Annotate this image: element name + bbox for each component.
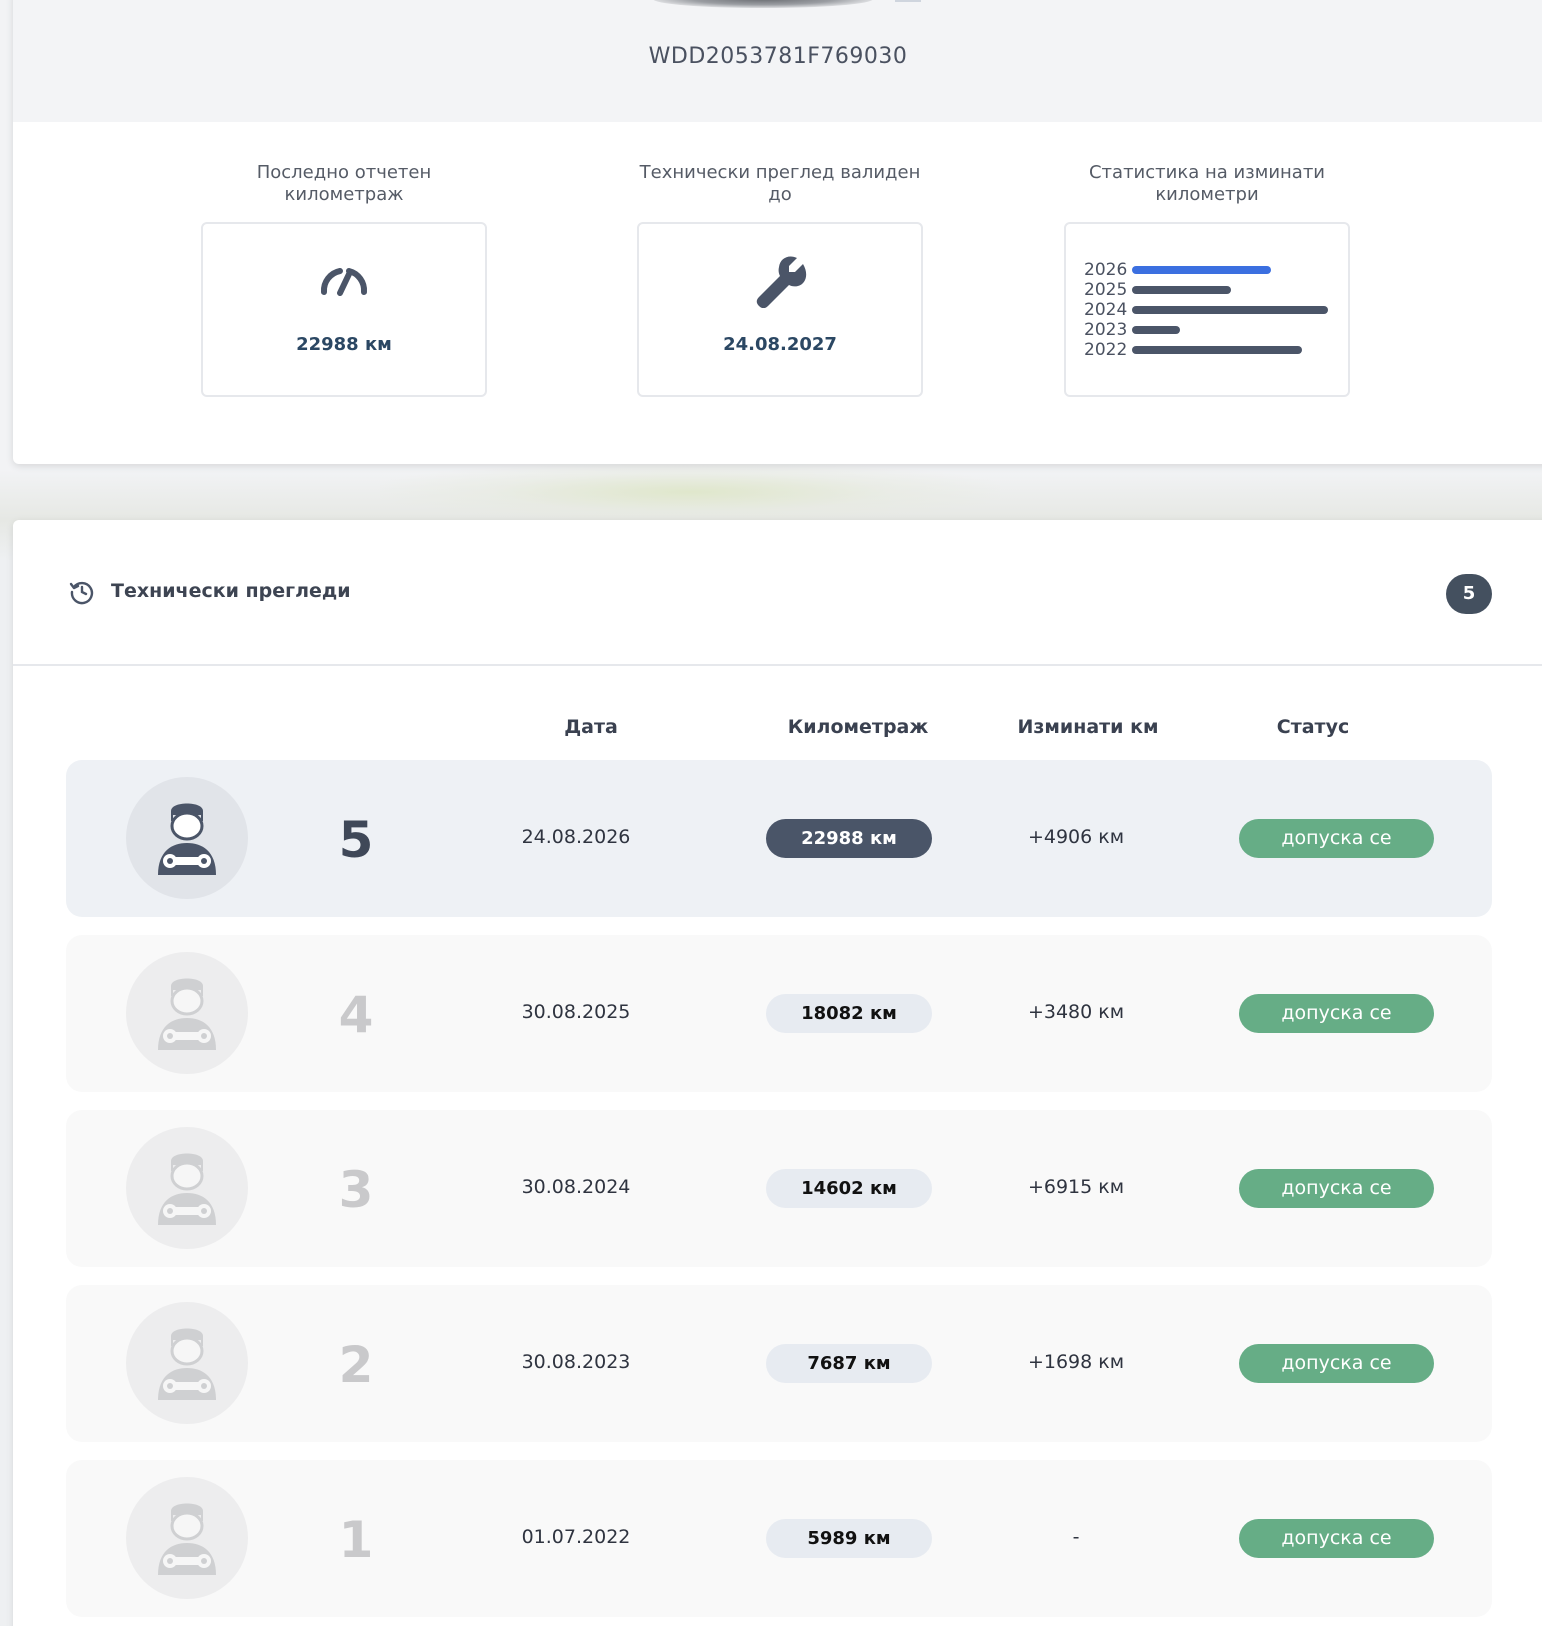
- mileage-stat-title: Последно отчетен километраж: [256, 162, 432, 205]
- inspection-number: 3: [338, 1161, 374, 1219]
- inspections-title: Технически прегледи: [111, 580, 351, 602]
- inspection-stat: Технически преглед валиден до 24.08.2027: [637, 162, 923, 397]
- inspections-header: Технически прегледи 5: [13, 520, 1542, 666]
- inspection-date: 24.08.2026: [521, 826, 631, 848]
- chart-bar-row: 2026: [1084, 260, 1334, 280]
- mechanic-avatar-icon: [126, 952, 248, 1074]
- chart-bar: [1132, 266, 1271, 274]
- mileage-stat-value: 22988 км: [296, 334, 392, 355]
- inspection-delta: +3480 км: [1027, 1001, 1125, 1023]
- chart-bar-row: 2024: [1084, 300, 1334, 320]
- inspection-number: 2: [338, 1336, 374, 1394]
- vin-band: WDD2053781F769030: [13, 0, 1542, 122]
- inspections-count-badge: 5: [1446, 574, 1492, 614]
- inspection-number: 4: [338, 986, 374, 1044]
- inspection-row[interactable]: 1 01.07.2022 5989 км - допуска се: [66, 1460, 1492, 1617]
- inspection-status-badge: допуска се: [1239, 1169, 1434, 1208]
- inspection-stat-box: 24.08.2027: [637, 222, 923, 397]
- chart-year-label: 2023: [1084, 320, 1128, 340]
- inspection-status-badge: допуска се: [1239, 994, 1434, 1033]
- mileage-chart-title: Статистика на изминати километри: [1088, 162, 1326, 205]
- mileage-bar-chart: 2026 2025 2024 2023 2022: [1084, 260, 1334, 360]
- speedometer-icon: [203, 262, 485, 300]
- inspection-row[interactable]: 2 30.08.2023 7687 км +1698 км допуска се: [66, 1285, 1492, 1442]
- vin-number: WDD2053781F769030: [648, 44, 908, 69]
- inspection-date: 30.08.2024: [521, 1176, 631, 1198]
- inspection-delta: +6915 км: [1027, 1176, 1125, 1198]
- chart-bar: [1132, 346, 1302, 354]
- mechanic-avatar-icon: [126, 777, 248, 899]
- inspection-row[interactable]: 3 30.08.2024 14602 км +6915 км допуска с…: [66, 1110, 1492, 1267]
- chart-bar: [1132, 286, 1231, 294]
- background-blur: [380, 462, 1000, 522]
- inspection-status-badge: допуска се: [1239, 819, 1434, 858]
- chart-year-label: 2026: [1084, 260, 1128, 280]
- inspection-row[interactable]: 4 30.08.2025 18082 км +3480 км допуска с…: [66, 935, 1492, 1092]
- inspection-status-badge: допуска се: [1239, 1519, 1434, 1558]
- inspection-row[interactable]: 5 24.08.2026 22988 км +4906 км допуска с…: [66, 760, 1492, 917]
- mechanic-avatar-icon: [126, 1302, 248, 1424]
- inspection-status-badge: допуска се: [1239, 1344, 1434, 1383]
- inspection-delta: +4906 км: [1027, 826, 1125, 848]
- inspection-number: 1: [338, 1511, 374, 1569]
- column-delta: Изминати км: [1017, 716, 1159, 738]
- mileage-chart-box: 2026 2025 2024 2023 2022: [1064, 222, 1350, 397]
- inspection-mileage: 18082 км: [766, 994, 932, 1033]
- vehicle-summary-card: WDD2053781F769030 Последно отчетен килом…: [13, 0, 1542, 464]
- chart-year-label: 2025: [1084, 280, 1128, 300]
- mileage-stat-box: 22988 км: [201, 222, 487, 397]
- chart-year-label: 2024: [1084, 300, 1128, 320]
- mechanic-avatar-icon: [126, 1477, 248, 1599]
- inspection-date: 01.07.2022: [521, 1526, 631, 1548]
- inspection-delta: +1698 км: [1027, 1351, 1125, 1373]
- mileage-stat: Последно отчетен километраж 22988 км: [201, 162, 487, 397]
- inspection-stat-title: Технически преглед валиден до: [639, 162, 921, 205]
- inspection-number: 5: [338, 811, 374, 869]
- column-status: Статус: [1276, 716, 1350, 738]
- inspection-delta: -: [1072, 1526, 1080, 1548]
- chart-bar-row: 2025: [1084, 280, 1334, 300]
- inspection-mileage: 22988 км: [766, 819, 932, 858]
- mechanic-avatar-icon: [126, 1127, 248, 1249]
- chart-bar: [1132, 326, 1180, 334]
- inspection-date: 30.08.2025: [521, 1001, 631, 1023]
- chart-year-label: 2022: [1084, 340, 1128, 360]
- car-image: [633, 0, 953, 14]
- column-mileage: Километраж: [787, 716, 929, 738]
- chart-bar-row: 2022: [1084, 340, 1334, 360]
- inspection-mileage: 5989 км: [766, 1519, 932, 1558]
- mileage-chart-stat: Статистика на изминати километри 2026 202…: [1064, 162, 1350, 397]
- chart-bar: [1132, 306, 1328, 314]
- wrench-icon: [639, 254, 921, 312]
- inspection-stat-value: 24.08.2027: [723, 334, 837, 355]
- inspection-mileage: 7687 км: [766, 1344, 932, 1383]
- inspections-card: Технически прегледи 5 Дата Километраж Из…: [13, 520, 1542, 1626]
- chart-bar-row: 2023: [1084, 320, 1334, 340]
- inspection-mileage: 14602 км: [766, 1169, 932, 1208]
- inspection-date: 30.08.2023: [521, 1351, 631, 1373]
- inspections-table-header: Дата Километраж Изминати км Статус: [13, 716, 1542, 746]
- column-date: Дата: [564, 716, 618, 738]
- history-icon: [69, 579, 95, 609]
